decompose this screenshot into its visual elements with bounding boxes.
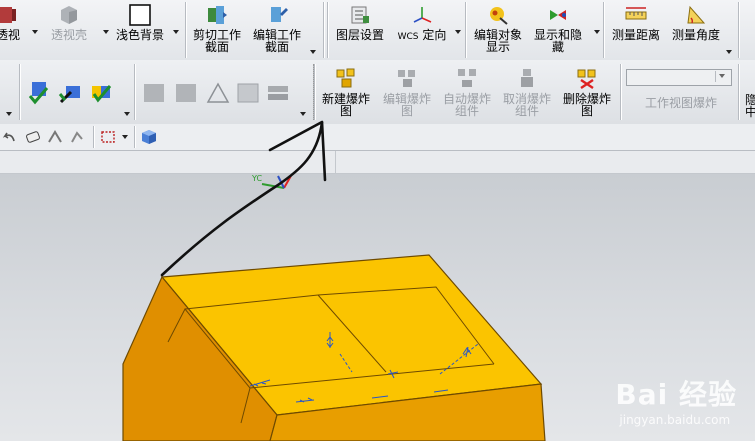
watermark: Bai 经验 jingyan.baidu.com: [615, 378, 737, 427]
